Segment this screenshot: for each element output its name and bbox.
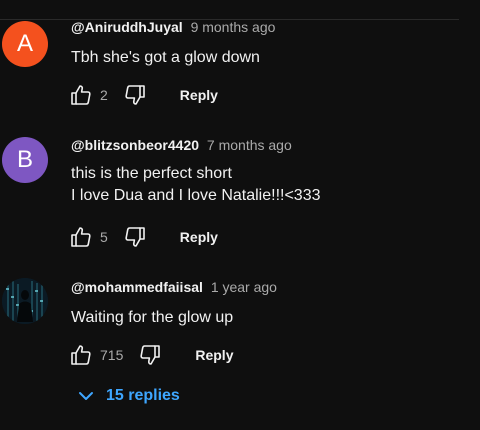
- like-button[interactable]: [68, 82, 94, 108]
- reply-button[interactable]: Reply: [195, 347, 233, 363]
- like-count: 5: [100, 229, 108, 245]
- author-line: @blitzsonbeor4420 7 months ago: [71, 137, 292, 153]
- dislike-button[interactable]: [122, 82, 148, 108]
- dislike-button[interactable]: [122, 224, 148, 250]
- like-button[interactable]: [68, 342, 94, 368]
- comment-actions: 2 Reply: [68, 81, 218, 109]
- author-name[interactable]: @mohammedfaiisal: [71, 279, 203, 295]
- dislike-button[interactable]: [137, 342, 163, 368]
- author-line: @AniruddhJuyal 9 months ago: [71, 19, 275, 35]
- comment-actions: 715 Reply: [68, 341, 233, 369]
- comment-text: this is the perfect short I love Dua and…: [71, 163, 321, 207]
- author-name[interactable]: @AniruddhJuyal: [71, 19, 183, 35]
- thumbs-down-icon: [140, 345, 161, 365]
- chevron-down-icon: [79, 392, 93, 400]
- comment-time[interactable]: 9 months ago: [191, 19, 276, 35]
- avatar[interactable]: A: [2, 21, 48, 67]
- author-line: @mohammedfaiisal 1 year ago: [71, 279, 277, 295]
- thumbs-down-icon: [125, 227, 145, 247]
- comment-actions: 5 Reply: [68, 223, 218, 251]
- comment-text-line: I love Dua and I love Natalie!!!<333: [71, 187, 321, 204]
- avatar-letter: A: [16, 30, 33, 57]
- comment-time[interactable]: 1 year ago: [211, 279, 277, 295]
- comment-text: Tbh she's got a glow down: [71, 47, 260, 69]
- thumbs-up-icon: [71, 227, 91, 247]
- like-button[interactable]: [68, 224, 94, 250]
- like-count: 2: [100, 87, 108, 103]
- comment-text-line: Tbh she's got a glow down: [71, 49, 260, 66]
- reply-button[interactable]: Reply: [180, 229, 218, 245]
- comment-text: Waiting for the glow up: [71, 307, 233, 329]
- thumbs-up-icon: [71, 345, 91, 365]
- replies-count-label: 15 replies: [106, 387, 180, 404]
- avatar[interactable]: B: [2, 137, 48, 183]
- author-name[interactable]: @blitzsonbeor4420: [71, 137, 199, 153]
- avatar-image: [2, 278, 48, 324]
- avatar[interactable]: [2, 278, 48, 324]
- comment-text-line: this is the perfect short: [71, 165, 232, 182]
- reply-button[interactable]: Reply: [180, 87, 218, 103]
- thumbs-up-icon: [71, 85, 91, 105]
- like-count: 715: [100, 347, 124, 363]
- thumbs-down-icon: [125, 85, 145, 105]
- comment-time[interactable]: 7 months ago: [207, 137, 292, 153]
- avatar-letter: B: [16, 146, 33, 173]
- comment-text-line: Waiting for the glow up: [71, 309, 234, 326]
- view-replies-button[interactable]: 15 replies: [76, 386, 180, 406]
